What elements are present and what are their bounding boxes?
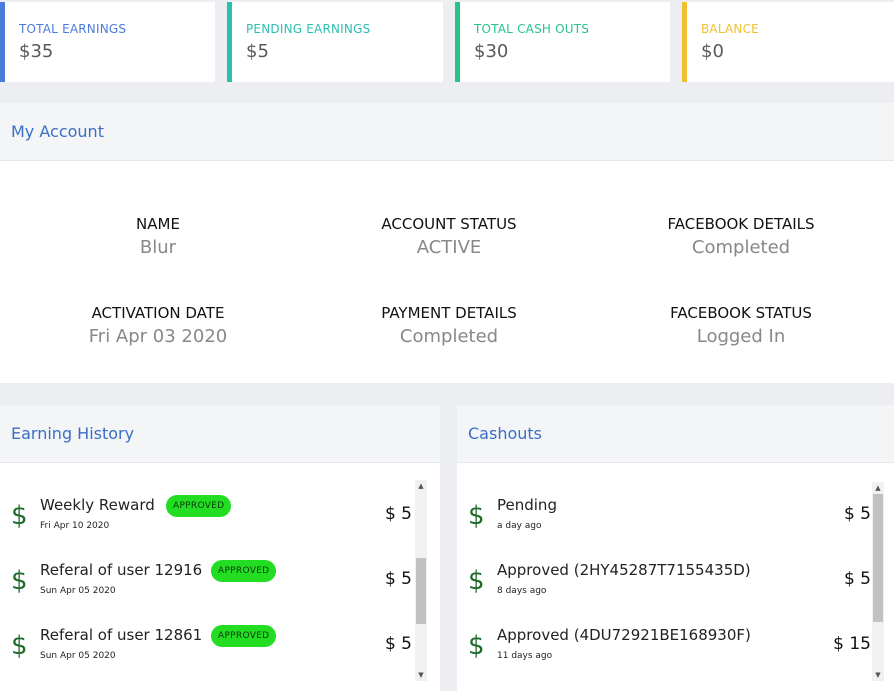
item-date: Sun Apr 05 2020: [40, 651, 116, 661]
status-badge: APPROVED: [166, 495, 232, 517]
list-item: $ Weekly Reward APPROVED Fri Apr 10 2020…: [0, 490, 440, 550]
stat-card-total-cash-outs: TOTAL CASH OUTS $30: [455, 2, 670, 82]
stat-label: TOTAL EARNINGS: [19, 22, 127, 36]
cashouts-header: Cashouts: [457, 405, 894, 463]
scroll-up-icon[interactable]: ▲: [872, 482, 884, 494]
list-item: $ Referal of user 12861 APPROVED Sun Apr…: [0, 620, 440, 680]
dollar-icon: $: [468, 501, 485, 531]
earning-history-header: Earning History: [0, 405, 440, 463]
field-key: ACTIVATION DATE: [91, 304, 225, 322]
stat-card-balance: BALANCE $0: [682, 2, 894, 82]
account-field-facebook-status: FACEBOOK STATUS Logged In: [591, 304, 891, 347]
field-value: Completed: [691, 237, 791, 258]
stat-label: BALANCE: [701, 22, 759, 36]
item-amount: $ 5: [384, 504, 412, 524]
scroll-up-icon[interactable]: ▲: [415, 480, 427, 492]
dollar-icon: $: [11, 501, 28, 531]
item-date: 11 days ago: [497, 651, 553, 661]
account-field-facebook-details: FACEBOOK DETAILS Completed: [591, 215, 891, 258]
dollar-icon: $: [11, 631, 28, 661]
item-title: Approved (2HY45287T7155435D): [497, 561, 751, 579]
earning-history-panel: Earning History $ Weekly Reward APPROVED…: [0, 405, 440, 691]
stat-value: $35: [19, 41, 54, 62]
item-title: Pending: [497, 496, 557, 514]
list-item: $ Approved (2HY45287T7155435D) 8 days ag…: [457, 555, 894, 615]
panel-title: Earning History: [11, 424, 135, 443]
stat-value: $30: [474, 41, 509, 62]
field-value: Fri Apr 03 2020: [88, 326, 228, 347]
field-key: FACEBOOK STATUS: [670, 304, 812, 322]
stat-value: $5: [246, 41, 269, 62]
item-date: 8 days ago: [497, 586, 547, 596]
item-date: a day ago: [497, 521, 542, 531]
earning-history-list[interactable]: $ Weekly Reward APPROVED Fri Apr 10 2020…: [0, 465, 440, 691]
field-key: FACEBOOK DETAILS: [667, 215, 815, 233]
my-account-panel: My Account NAME Blur ACCOUNT STATUS ACTI…: [0, 103, 894, 383]
scroll-down-icon[interactable]: ▼: [415, 669, 427, 681]
list-item: $ Approved (4DU72921BE168930F) 11 days a…: [457, 620, 894, 680]
item-amount: $ 15: [833, 634, 871, 654]
earning-history-scrollbar[interactable]: ▲ ▼: [415, 480, 427, 681]
field-value: ACTIVE: [416, 237, 482, 258]
field-key: ACCOUNT STATUS: [381, 215, 517, 233]
field-key: NAME: [136, 215, 180, 233]
item-title: Approved (4DU72921BE168930F): [497, 626, 751, 644]
list-item: $ Pending a day ago $ 5: [457, 490, 894, 550]
cashouts-list[interactable]: $ Pending a day ago $ 5 $ Approved (2HY4…: [457, 465, 894, 691]
stat-label: PENDING EARNINGS: [246, 22, 371, 36]
scroll-thumb[interactable]: [873, 494, 883, 622]
item-title: Referal of user 12861: [40, 626, 203, 644]
item-amount: $ 5: [384, 569, 412, 589]
field-value: Completed: [399, 326, 499, 347]
panel-title: My Account: [11, 122, 104, 141]
field-key: PAYMENT DETAILS: [381, 304, 517, 322]
stat-card-pending-earnings: PENDING EARNINGS $5: [227, 2, 443, 82]
my-account-header: My Account: [0, 103, 894, 161]
item-title: Weekly Reward: [40, 496, 155, 514]
dollar-icon: $: [468, 631, 485, 661]
item-date: Fri Apr 10 2020: [40, 521, 110, 531]
stat-card-total-earnings: TOTAL EARNINGS $35: [0, 2, 215, 82]
stat-label: TOTAL CASH OUTS: [474, 22, 590, 36]
status-badge: APPROVED: [211, 560, 277, 582]
cashouts-scrollbar[interactable]: ▲ ▼: [872, 482, 884, 681]
panel-title: Cashouts: [468, 424, 542, 443]
scroll-down-icon[interactable]: ▼: [872, 669, 884, 681]
account-field-status: ACCOUNT STATUS ACTIVE: [299, 215, 599, 258]
field-value: Blur: [139, 237, 177, 258]
status-badge: APPROVED: [211, 625, 277, 647]
stat-value: $0: [701, 41, 724, 62]
cashouts-panel: Cashouts $ Pending a day ago $ 5 $ Appro…: [457, 405, 894, 691]
dollar-icon: $: [11, 566, 28, 596]
account-field-name: NAME Blur: [8, 215, 308, 258]
stats-bar: TOTAL EARNINGS $35 PENDING EARNINGS $5 T…: [0, 0, 894, 82]
list-item: $ Referal of user 12916 APPROVED Sun Apr…: [0, 555, 440, 615]
account-field-payment-details: PAYMENT DETAILS Completed: [299, 304, 599, 347]
item-amount: $ 5: [843, 504, 871, 524]
item-amount: $ 5: [384, 634, 412, 654]
scroll-thumb[interactable]: [416, 558, 426, 624]
item-date: Sun Apr 05 2020: [40, 586, 116, 596]
account-field-activation-date: ACTIVATION DATE Fri Apr 03 2020: [8, 304, 308, 347]
field-value: Logged In: [696, 326, 786, 347]
item-amount: $ 5: [843, 569, 871, 589]
item-title: Referal of user 12916: [40, 561, 203, 579]
dollar-icon: $: [468, 566, 485, 596]
